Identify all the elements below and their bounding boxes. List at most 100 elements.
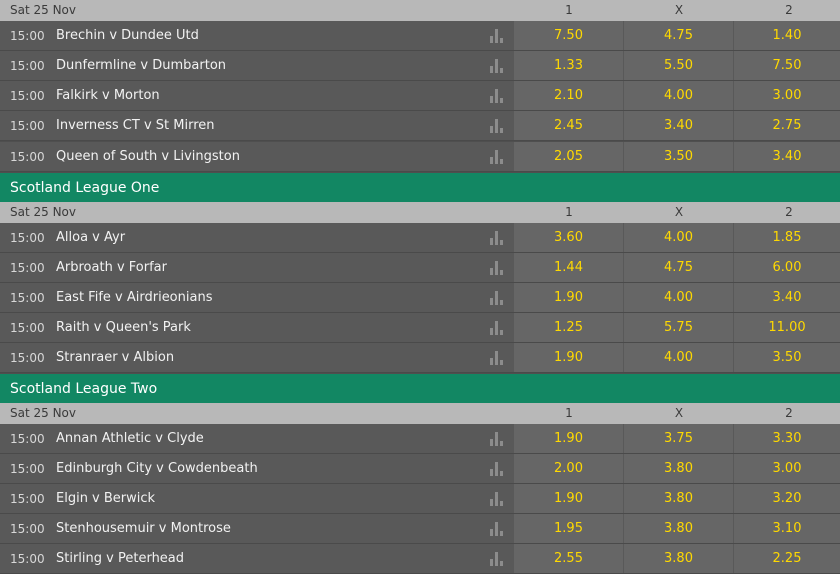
event-row[interactable]: 15:00 East Fife v Airdrieonians 1.90 4.0… — [0, 283, 840, 313]
event-name[interactable]: East Fife v Airdrieonians — [56, 290, 212, 305]
odds-draw-button[interactable]: 3.80 — [624, 454, 733, 483]
event-name[interactable]: Alloa v Ayr — [56, 230, 125, 245]
event-name[interactable]: Falkirk v Morton — [56, 88, 160, 103]
league-header[interactable]: Scotland League One — [0, 173, 840, 202]
odds-home-button[interactable]: 1.33 — [514, 51, 623, 80]
odds-home-button[interactable]: 1.90 — [514, 424, 623, 453]
bar-chart-icon[interactable] — [490, 150, 504, 164]
odds-away-button[interactable]: 3.20 — [734, 484, 840, 513]
event-row[interactable]: 15:00 Stenhousemuir v Montrose 1.95 3.80… — [0, 514, 840, 544]
event-row[interactable]: 15:00 Inverness CT v St Mirren 2.45 3.40… — [0, 111, 840, 141]
event-name[interactable]: Elgin v Berwick — [56, 491, 155, 506]
event-name[interactable]: Stenhousemuir v Montrose — [56, 521, 231, 536]
odds-draw-button[interactable]: 5.50 — [624, 51, 733, 80]
event-name[interactable]: Inverness CT v St Mirren — [56, 118, 215, 133]
bar-chart-icon[interactable] — [490, 321, 504, 335]
odds-draw-button[interactable]: 4.00 — [624, 283, 733, 312]
odds-away-button[interactable]: 7.50 — [734, 51, 840, 80]
bar-chart-icon[interactable] — [490, 59, 504, 73]
bar-chart-icon[interactable] — [490, 89, 504, 103]
date-label: Sat 25 Nov — [10, 406, 76, 420]
kickoff-time: 15:00 — [10, 351, 45, 365]
odds-home-button[interactable]: 2.10 — [514, 81, 623, 110]
event-row[interactable]: 15:00 Alloa v Ayr 3.60 4.00 1.85 — [0, 223, 840, 253]
odds-away-button[interactable]: 2.25 — [734, 544, 840, 573]
bar-chart-icon[interactable] — [490, 291, 504, 305]
col-header-home: 1 — [565, 3, 573, 17]
odds-home-button[interactable]: 2.55 — [514, 544, 623, 573]
odds-draw-button[interactable]: 4.00 — [624, 343, 733, 372]
bar-chart-icon[interactable] — [490, 552, 504, 566]
league-header[interactable]: Scotland League Two — [0, 374, 840, 403]
kickoff-time: 15:00 — [10, 231, 45, 245]
odds-draw-button[interactable]: 3.80 — [624, 544, 733, 573]
event-row[interactable]: 15:00 Arbroath v Forfar 1.44 4.75 6.00 — [0, 253, 840, 283]
odds-home-button[interactable]: 2.45 — [514, 111, 623, 140]
event-name[interactable]: Brechin v Dundee Utd — [56, 28, 199, 43]
odds-home-button[interactable]: 7.50 — [514, 21, 623, 50]
odds-away-button[interactable]: 3.40 — [734, 142, 840, 171]
event-row[interactable]: 15:00 Edinburgh City v Cowdenbeath 2.00 … — [0, 454, 840, 484]
odds-away-button[interactable]: 2.75 — [734, 111, 840, 140]
odds-away-button[interactable]: 3.40 — [734, 283, 840, 312]
event-row[interactable]: 15:00 Brechin v Dundee Utd 7.50 4.75 1.4… — [0, 21, 840, 51]
event-row[interactable]: 15:00 Falkirk v Morton 2.10 4.00 3.00 — [0, 81, 840, 111]
odds-draw-button[interactable]: 4.75 — [624, 21, 733, 50]
event-name[interactable]: Arbroath v Forfar — [56, 260, 167, 275]
odds-away-button[interactable]: 3.00 — [734, 81, 840, 110]
odds-home-button[interactable]: 1.95 — [514, 514, 623, 543]
bar-chart-icon[interactable] — [490, 119, 504, 133]
odds-away-button[interactable]: 1.40 — [734, 21, 840, 50]
event-name[interactable]: Raith v Queen's Park — [56, 320, 191, 335]
event-name[interactable]: Queen of South v Livingston — [56, 149, 240, 164]
odds-home-button[interactable]: 1.25 — [514, 313, 623, 342]
event-name[interactable]: Stirling v Peterhead — [56, 551, 184, 566]
odds-draw-button[interactable]: 3.40 — [624, 111, 733, 140]
date-label: Sat 25 Nov — [10, 3, 76, 17]
date-header: Sat 25 Nov 1 X 2 — [0, 0, 840, 21]
event-name[interactable]: Dunfermline v Dumbarton — [56, 58, 226, 73]
kickoff-time: 15:00 — [10, 321, 45, 335]
event-name[interactable]: Edinburgh City v Cowdenbeath — [56, 461, 258, 476]
odds-away-button[interactable]: 3.10 — [734, 514, 840, 543]
kickoff-time: 15:00 — [10, 432, 45, 446]
odds-home-button[interactable]: 1.90 — [514, 343, 623, 372]
bar-chart-icon[interactable] — [490, 231, 504, 245]
bar-chart-icon[interactable] — [490, 492, 504, 506]
event-row[interactable]: 15:00 Raith v Queen's Park 1.25 5.75 11.… — [0, 313, 840, 343]
odds-away-button[interactable]: 3.30 — [734, 424, 840, 453]
odds-draw-button[interactable]: 3.80 — [624, 514, 733, 543]
odds-home-button[interactable]: 2.05 — [514, 142, 623, 171]
odds-home-button[interactable]: 1.90 — [514, 283, 623, 312]
bar-chart-icon[interactable] — [490, 29, 504, 43]
bar-chart-icon[interactable] — [490, 351, 504, 365]
event-name[interactable]: Annan Athletic v Clyde — [56, 431, 204, 446]
odds-draw-button[interactable]: 3.50 — [624, 142, 733, 171]
odds-home-button[interactable]: 3.60 — [514, 223, 623, 252]
event-row[interactable]: 15:00 Stranraer v Albion 1.90 4.00 3.50 — [0, 343, 840, 373]
odds-home-button[interactable]: 1.44 — [514, 253, 623, 282]
event-name[interactable]: Stranraer v Albion — [56, 350, 174, 365]
odds-draw-button[interactable]: 3.80 — [624, 484, 733, 513]
odds-draw-button[interactable]: 4.00 — [624, 223, 733, 252]
event-row[interactable]: 15:00 Stirling v Peterhead 2.55 3.80 2.2… — [0, 544, 840, 574]
odds-draw-button[interactable]: 5.75 — [624, 313, 733, 342]
odds-home-button[interactable]: 2.00 — [514, 454, 623, 483]
event-row[interactable]: 15:00 Queen of South v Livingston 2.05 3… — [0, 142, 840, 172]
event-row[interactable]: 15:00 Elgin v Berwick 1.90 3.80 3.20 — [0, 484, 840, 514]
odds-draw-button[interactable]: 4.00 — [624, 81, 733, 110]
odds-home-button[interactable]: 1.90 — [514, 484, 623, 513]
odds-away-button[interactable]: 6.00 — [734, 253, 840, 282]
event-row[interactable]: 15:00 Annan Athletic v Clyde 1.90 3.75 3… — [0, 424, 840, 454]
odds-draw-button[interactable]: 3.75 — [624, 424, 733, 453]
odds-draw-button[interactable]: 4.75 — [624, 253, 733, 282]
bar-chart-icon[interactable] — [490, 261, 504, 275]
odds-away-button[interactable]: 3.00 — [734, 454, 840, 483]
bar-chart-icon[interactable] — [490, 432, 504, 446]
bar-chart-icon[interactable] — [490, 522, 504, 536]
event-row[interactable]: 15:00 Dunfermline v Dumbarton 1.33 5.50 … — [0, 51, 840, 81]
odds-away-button[interactable]: 1.85 — [734, 223, 840, 252]
bar-chart-icon[interactable] — [490, 462, 504, 476]
odds-away-button[interactable]: 3.50 — [734, 343, 840, 372]
odds-away-button[interactable]: 11.00 — [734, 313, 840, 342]
